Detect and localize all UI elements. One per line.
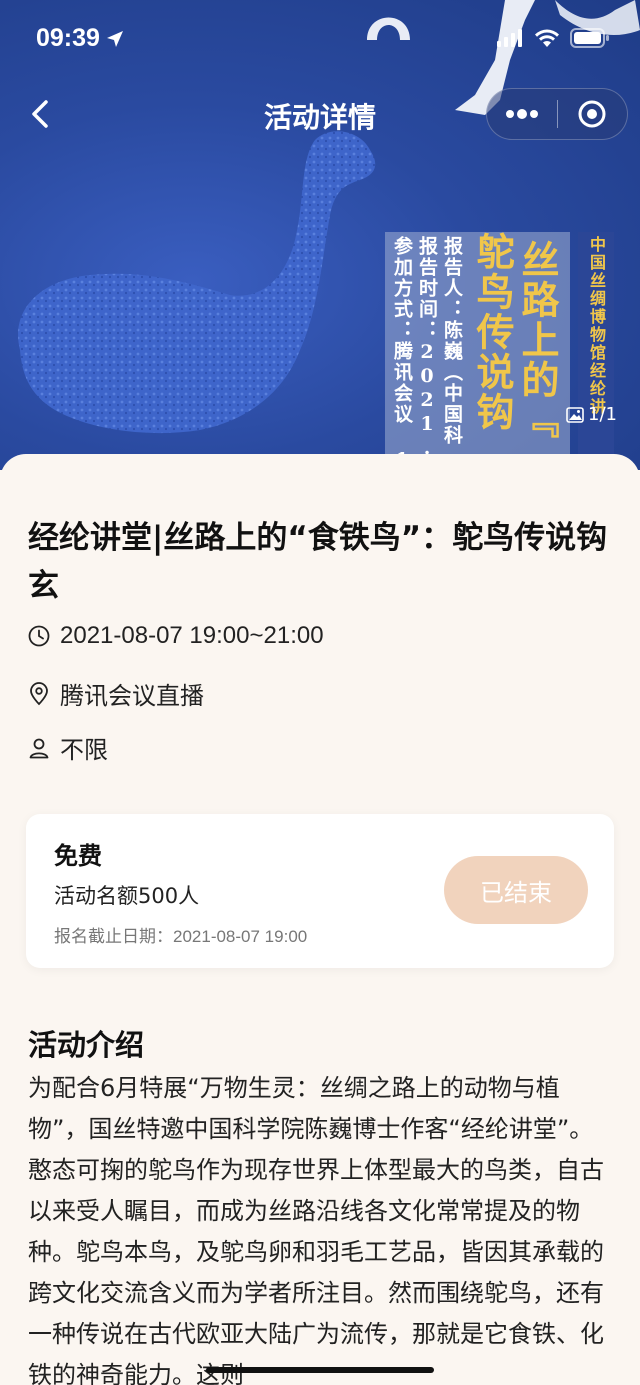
status-time: 09:39 (36, 24, 124, 53)
fee-label: 免费 (54, 842, 102, 870)
event-time: 2021-08-07 19:00~21:00 (60, 622, 324, 649)
status-icons (496, 28, 610, 48)
event-audience: 不限 (60, 736, 108, 764)
registration-card: 免费 活动名额500人 报名截止日期：2021-08-07 19:00 已结束 (26, 814, 614, 968)
event-detail-panel: 经纶讲堂|丝路上的“食铁鸟”：鸵鸟传说钩玄 2021-08-07 19:00~2… (0, 454, 640, 1385)
status-time-text: 09:39 (36, 24, 100, 52)
home-indicator[interactable] (206, 1367, 434, 1373)
battery-icon (570, 28, 609, 48)
poster-museum: 中国丝绸博物馆经纶讲 (587, 236, 606, 416)
quota-text: 活动名额500人 (54, 884, 200, 908)
target-icon (578, 100, 606, 128)
event-audience-row: 不限 (28, 730, 108, 765)
intro-body: 为配合6月特展“万物生灵：丝绸之路上的动物与植物”，国丝特邀中国科学院陈巍博士作… (28, 1074, 604, 1385)
event-location: 腾讯会议直播 (60, 682, 204, 710)
wifi-icon (535, 29, 559, 47)
status-bar: 09:39 (0, 0, 640, 80)
location-arrow-icon (106, 30, 123, 47)
close-mini-program-button[interactable] (558, 88, 628, 140)
clock-icon (28, 625, 50, 647)
mini-program-capsule (486, 88, 628, 140)
signal-icon (497, 29, 522, 47)
event-time-row: 2021-08-07 19:00~21:00 (28, 622, 324, 650)
event-location-row[interactable]: 腾讯会议直播 (28, 676, 204, 711)
more-button[interactable] (487, 88, 557, 140)
ostrich-image (18, 131, 376, 434)
poster-method: 参加方式：腾讯会议 10 (391, 236, 413, 470)
ended-status-button[interactable]: 已结束 (444, 856, 588, 924)
image-icon (566, 406, 584, 423)
poster-title-line2: 鸵鸟传说钩 (470, 232, 515, 432)
poster-reporter: 报告人：陈巍（中国科 (441, 236, 463, 446)
image-counter: 1/1 (566, 404, 617, 425)
intro-heading: 活动介绍 (28, 1028, 145, 1062)
person-icon (29, 738, 49, 758)
poster-time: 报告时间：2021.8.7（星 (416, 236, 438, 470)
more-dots-icon (505, 109, 538, 119)
location-pin-icon (30, 681, 48, 705)
deadline-text: 报名截止日期：2021-08-07 19:00 (54, 927, 308, 946)
image-counter-text: 1/1 (588, 404, 617, 425)
event-title: 经纶讲堂|丝路上的“食铁鸟”：鸵鸟传说钩玄 (28, 520, 608, 604)
poster-title-line1: 丝路上的『 (515, 240, 560, 440)
